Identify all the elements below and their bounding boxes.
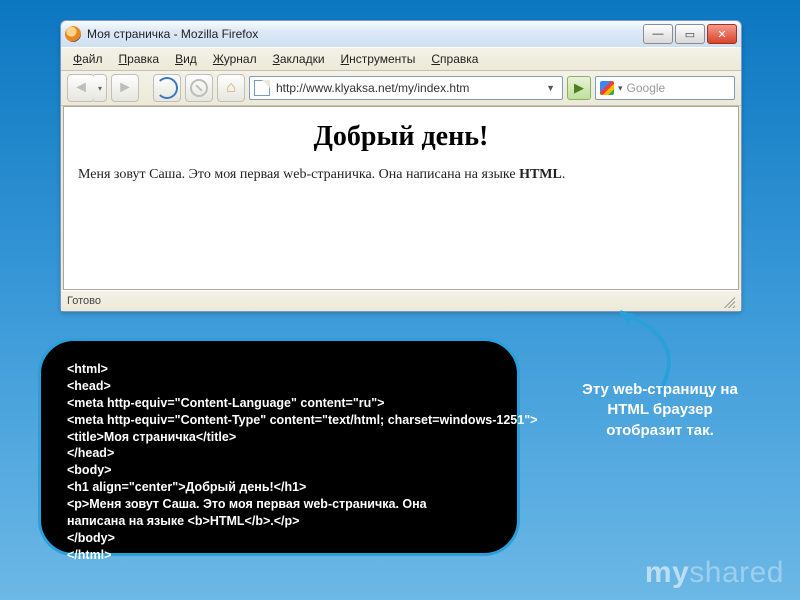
- search-bar[interactable]: ▾ Google: [595, 76, 735, 100]
- stop-button[interactable]: [185, 74, 213, 102]
- menu-view[interactable]: Вид: [167, 50, 205, 68]
- code-line: <meta http-equiv="Content-Language" cont…: [67, 395, 491, 412]
- window-titlebar[interactable]: Моя страничка - Mozilla Firefox — ▭ ✕: [61, 21, 741, 47]
- page-paragraph: Меня зовут Саша. Это моя первая web-стра…: [78, 167, 724, 183]
- reload-icon: [156, 77, 178, 99]
- navigation-toolbar: ◄ ▾ ► ⌂ ▼ ▶ ▾ Google: [61, 71, 741, 106]
- menu-file[interactable]: Файл: [65, 50, 111, 68]
- stop-icon: [190, 79, 208, 97]
- close-button[interactable]: ✕: [707, 24, 737, 44]
- menu-bookmarks[interactable]: Закладки: [265, 50, 333, 68]
- resize-grip[interactable]: [721, 294, 735, 308]
- code-line: <head>: [67, 378, 491, 395]
- page-heading: Добрый день!: [78, 121, 724, 153]
- code-line: написана на языке <b>HTML</b>.</p>: [67, 513, 491, 530]
- url-input[interactable]: [274, 80, 539, 96]
- address-bar[interactable]: ▼: [249, 76, 563, 100]
- back-history-dropdown[interactable]: ▾: [94, 74, 107, 102]
- page-viewport: Добрый день! Меня зовут Саша. Это моя пе…: [63, 106, 739, 290]
- window-controls: — ▭ ✕: [641, 24, 737, 44]
- status-text: Готово: [67, 295, 101, 307]
- code-line: <body>: [67, 462, 491, 479]
- go-button[interactable]: ▶: [567, 76, 591, 100]
- menu-help[interactable]: Справка: [423, 50, 486, 68]
- menu-tools[interactable]: Инструменты: [333, 50, 424, 68]
- url-dropdown-icon[interactable]: ▼: [543, 83, 558, 93]
- firefox-icon: [65, 26, 81, 42]
- explanation-caption: Эту web-страницу на HTML браузер отобраз…: [570, 380, 750, 441]
- watermark-strong: my: [645, 556, 689, 589]
- browser-window: Моя страничка - Mozilla Firefox — ▭ ✕ Фа…: [60, 20, 742, 312]
- search-engine-dropdown[interactable]: ▾: [618, 83, 623, 94]
- menu-bar: Файл Правка Вид Журнал Закладки Инструме…: [61, 47, 741, 71]
- code-line: <meta http-equiv="Content-Type" content=…: [67, 412, 491, 429]
- code-line: </head>: [67, 445, 491, 462]
- watermark-light: shared: [689, 556, 784, 589]
- home-icon: ⌂: [226, 79, 236, 97]
- google-icon: [600, 81, 614, 95]
- maximize-button[interactable]: ▭: [675, 24, 705, 44]
- back-button[interactable]: ◄: [67, 74, 95, 102]
- code-line: </html>: [67, 547, 491, 564]
- page-paragraph-text: Меня зовут Саша. Это моя первая web-стра…: [78, 167, 519, 182]
- minimize-button[interactable]: —: [643, 24, 673, 44]
- code-line: <title>Моя страничка</title>: [67, 429, 491, 446]
- home-button[interactable]: ⌂: [217, 74, 245, 102]
- page-paragraph-bold: HTML: [519, 167, 562, 182]
- status-bar: Готово: [61, 290, 741, 311]
- menu-history[interactable]: Журнал: [205, 50, 265, 68]
- code-line: <html>: [67, 361, 491, 378]
- window-title: Моя страничка - Mozilla Firefox: [87, 27, 641, 41]
- forward-button[interactable]: ►: [111, 74, 139, 102]
- watermark: myshared: [645, 556, 784, 590]
- page-paragraph-tail: .: [562, 167, 566, 182]
- search-placeholder: Google: [627, 81, 730, 95]
- html-source-bubble: <html> <head> <meta http-equiv="Content-…: [38, 338, 520, 556]
- page-icon: [254, 80, 270, 96]
- code-line: <p>Меня зовут Саша. Это моя первая web-с…: [67, 496, 491, 513]
- code-line: <h1 align="center">Добрый день!</h1>: [67, 479, 491, 496]
- code-line: </body>: [67, 530, 491, 547]
- reload-button[interactable]: [153, 74, 181, 102]
- menu-edit[interactable]: Правка: [111, 50, 168, 68]
